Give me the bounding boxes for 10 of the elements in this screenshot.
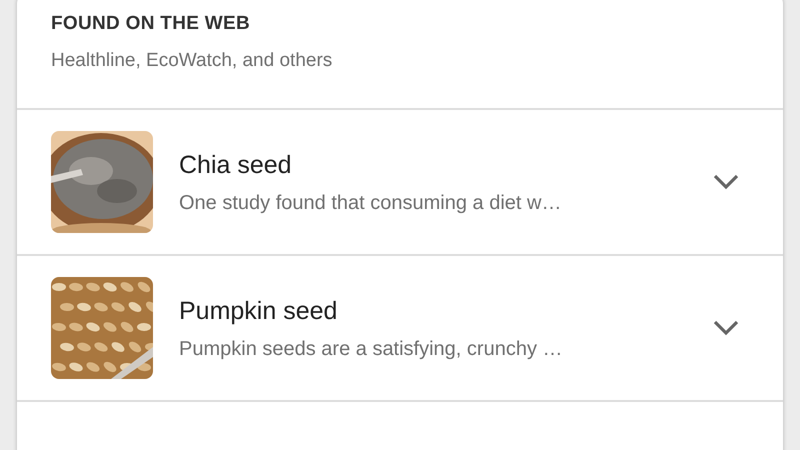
result-item[interactable]: Pumpkin seed Pumpkin seeds are a satisfying, crunchy … bbox=[17, 256, 783, 402]
result-snippet: One study found that consuming a diet w… bbox=[179, 192, 562, 214]
result-snippet: Pumpkin seeds are a satisfying, crunchy … bbox=[179, 338, 564, 360]
sources-text: Healthline, EcoWatch, and others bbox=[51, 49, 334, 73]
expand-icon[interactable] bbox=[713, 174, 739, 190]
result-title: Pumpkin seed bbox=[179, 296, 338, 326]
result-item[interactable]: Chia seed One study found that consuming a diet w… bbox=[17, 110, 783, 256]
expand-icon[interactable] bbox=[713, 320, 739, 336]
section-title: FOUND ON THE WEB bbox=[51, 12, 252, 36]
result-title: Chia seed bbox=[179, 150, 293, 180]
